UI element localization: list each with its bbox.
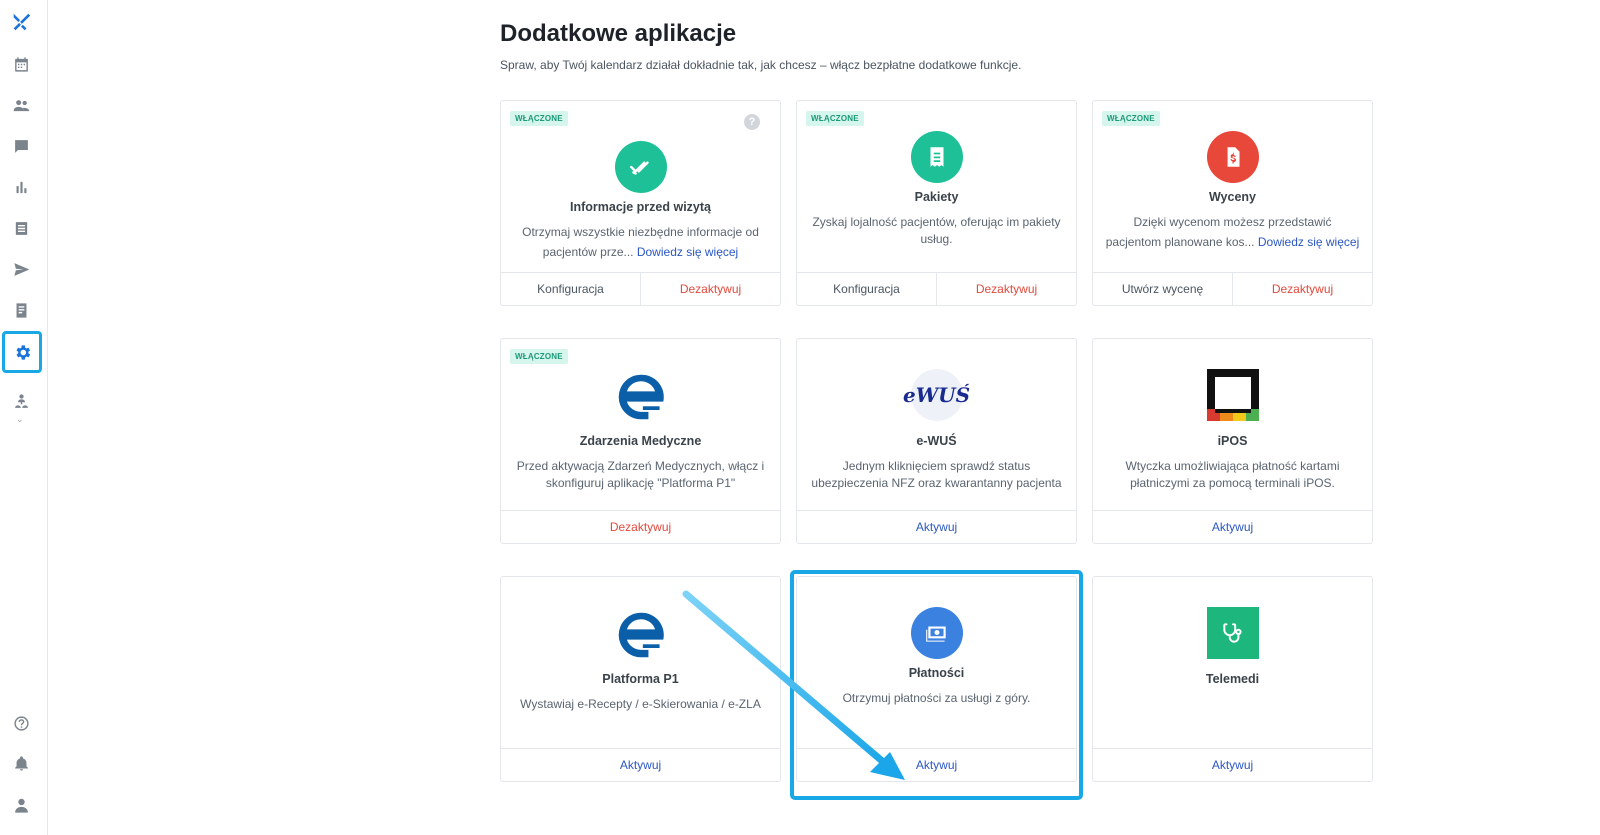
activate-button[interactable]: Aktywuj — [1093, 749, 1372, 781]
card-description: Jednym kliknięciem sprawdź status ubezpi… — [811, 459, 1062, 490]
card-actions: Aktywuj — [1093, 748, 1372, 781]
create-quote-button[interactable]: Utwórz wycenę — [1093, 273, 1232, 305]
people-icon[interactable] — [0, 88, 42, 122]
ipos-logo-icon — [1206, 369, 1259, 421]
app-card-ipos: iPOS Wtyczka umożliwiająca płatność kart… — [1092, 338, 1373, 544]
card-title: iPOS — [1217, 434, 1248, 448]
dollar-document-icon — [1206, 131, 1259, 183]
activate-button[interactable]: Aktywuj — [797, 511, 1076, 543]
card-title: Pakiety — [914, 190, 959, 204]
ticket-icon — [910, 131, 963, 183]
card-description: Dzięki wycenom możesz przedstawić pacjen… — [1105, 215, 1360, 249]
card-actions: Konfiguracja Dezaktywuj — [797, 272, 1076, 305]
card-description: Przed aktywacją Zdarzeń Medycznych, włąc… — [516, 459, 765, 490]
card-description: Otrzymaj wszystkie niezbędne informacje … — [522, 225, 759, 259]
card-description: Wtyczka umożliwiająca płatność kartami p… — [1125, 459, 1340, 490]
card-actions: Aktywuj — [797, 510, 1076, 543]
app-card-ewus: eWUŚ e-WUŚ Jednym kliknięciem sprawdź st… — [796, 338, 1077, 544]
card-title: Informacje przed wizytą — [569, 200, 711, 214]
card-title: Platforma P1 — [602, 672, 679, 686]
app-card-zdarzenia-medyczne: WŁĄCZONE Zdarzenia Medyczne Przed aktywa… — [500, 338, 781, 544]
enabled-badge: WŁĄCZONE — [510, 349, 568, 364]
activate-button[interactable]: Aktywuj — [1093, 511, 1372, 543]
help-icon[interactable] — [0, 706, 42, 740]
deactivate-button[interactable]: Dezaktywuj — [640, 273, 780, 305]
deactivate-button[interactable]: Dezaktywuj — [1232, 273, 1372, 305]
card-actions: Dezaktywuj — [501, 510, 780, 543]
e-logo-icon — [613, 369, 669, 425]
gear-icon[interactable] — [2, 331, 42, 373]
activate-button[interactable]: Aktywuj — [501, 749, 780, 781]
stethoscope-icon — [1206, 607, 1259, 659]
app-card-platforma-p1: Platforma P1 Wystawiaj e-Recepty / e-Ski… — [500, 576, 781, 782]
card-description: Zyskaj lojalność pacjentów, oferując im … — [812, 215, 1061, 246]
card-actions: Aktywuj — [501, 748, 780, 781]
card-actions: Aktywuj — [1093, 510, 1372, 543]
configure-button[interactable]: Konfiguracja — [797, 273, 936, 305]
double-check-icon — [614, 141, 667, 193]
deactivate-button[interactable]: Dezaktywuj — [936, 273, 1076, 305]
card-title: Telemedi — [1205, 672, 1260, 686]
enabled-badge: WŁĄCZONE — [510, 111, 568, 126]
send-icon[interactable] — [0, 252, 42, 286]
logo-icon[interactable] — [0, 5, 42, 39]
ewus-logo-icon: eWUŚ — [903, 369, 970, 421]
card-description: Wystawiaj e-Recepty / e-Skierowania / e-… — [520, 697, 761, 711]
configure-button[interactable]: Konfiguracja — [501, 273, 640, 305]
app-card-telemedi: Telemedi Aktywuj — [1092, 576, 1373, 782]
help-icon[interactable]: ? — [744, 114, 760, 130]
learn-more-link[interactable]: Dowiedz się więcej — [637, 245, 738, 259]
chat-icon[interactable] — [0, 129, 42, 163]
sidebar: ⌄ — [0, 0, 48, 835]
card-actions: Konfiguracja Dezaktywuj — [501, 272, 780, 305]
list-icon[interactable] — [0, 211, 42, 245]
enabled-badge: WŁĄCZONE — [806, 111, 864, 126]
page-title: Dodatkowe aplikacje — [500, 20, 737, 47]
team-icon[interactable] — [0, 384, 42, 418]
app-card-informacje: WŁĄCZONE ? Informacje przed wizytą Otrzy… — [500, 100, 781, 306]
app-card-wyceny: WŁĄCZONE Wyceny Dzięki wycenom możesz pr… — [1092, 100, 1373, 306]
bar-chart-icon[interactable] — [0, 170, 42, 204]
page-subtitle: Spraw, aby Twój kalendarz działał dokład… — [500, 58, 1022, 72]
enabled-badge: WŁĄCZONE — [1102, 111, 1160, 126]
bell-icon[interactable] — [0, 746, 42, 780]
learn-more-link[interactable]: Dowiedz się więcej — [1258, 235, 1359, 249]
chevron-down-icon[interactable]: ⌄ — [16, 414, 24, 425]
card-title: Zdarzenia Medyczne — [579, 434, 702, 448]
highlight-box — [790, 570, 1083, 800]
app-card-pakiety: WŁĄCZONE Pakiety Zyskaj lojalność pacjen… — [796, 100, 1077, 306]
calendar-icon[interactable] — [0, 47, 42, 81]
document-icon[interactable] — [0, 293, 42, 327]
card-title: Wyceny — [1208, 190, 1256, 204]
user-icon[interactable] — [0, 788, 42, 822]
deactivate-button[interactable]: Dezaktywuj — [501, 511, 780, 543]
card-actions: Utwórz wycenę Dezaktywuj — [1093, 272, 1372, 305]
e-logo-icon — [613, 607, 669, 663]
card-title: e-WUŚ — [916, 434, 957, 448]
